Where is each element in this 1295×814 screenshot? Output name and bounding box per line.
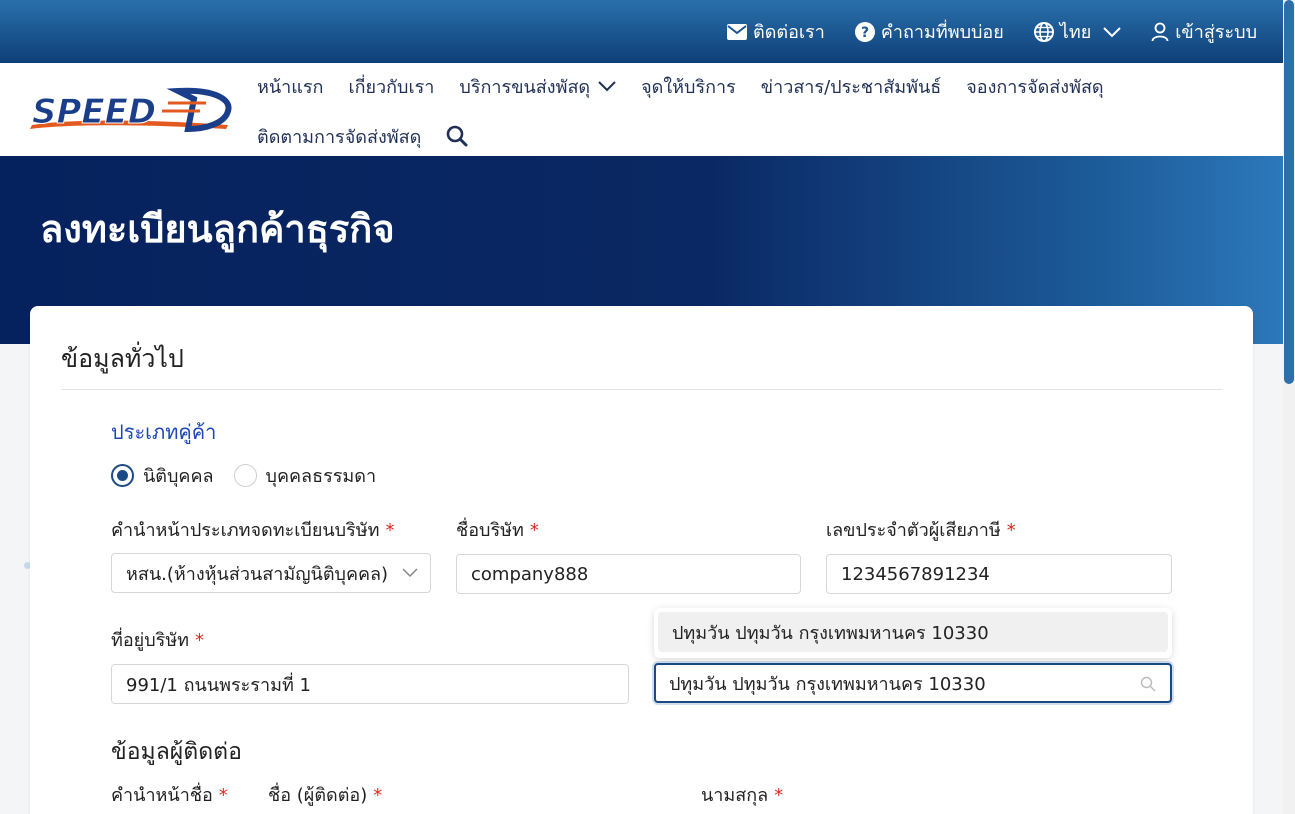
company-prefix-value: หสน.(ห้างหุ้นส่วนสามัญนิติบุคคล) <box>126 563 389 585</box>
required-mark: * <box>774 785 784 806</box>
tax-id-input[interactable]: 1234567891234 <box>826 554 1172 594</box>
nav-row-primary: หน้าแรก เกี่ยวกับเรา บริการขนส่งพัสดุ จุ… <box>257 68 1104 104</box>
nav-service-points-label: จุดให้บริการ <box>641 76 736 98</box>
autocomplete-dropdown: ปทุมวัน ปทุมวัน กรุงเทพมหานคร 10330 <box>654 608 1172 658</box>
company-address-value: 991/1 ถนนพระรามที่ 1 <box>126 674 311 696</box>
required-mark: * <box>529 520 539 541</box>
radio-unchecked-icon <box>233 464 257 487</box>
contact-name-label-text: ชื่อ (ผู้ติดต่อ) <box>268 785 368 806</box>
registration-form-card: ข้อมูลทั่วไป ประเภทคู่ค้า นิติบุคคล บุคค… <box>30 306 1253 814</box>
chevron-down-icon <box>1103 26 1121 37</box>
nav-services[interactable]: บริการขนส่งพัสดุ <box>459 72 616 101</box>
required-mark: * <box>1006 520 1016 541</box>
required-mark: * <box>195 630 205 651</box>
faq-link[interactable]: ? คำถามที่พบบ่อย <box>854 17 1004 46</box>
company-name-input[interactable]: company888 <box>456 554 801 594</box>
radio-individual[interactable]: บุคคลธรรมดา <box>233 461 377 490</box>
contact-link[interactable]: ติดต่อเรา <box>727 17 825 46</box>
autocomplete-option[interactable]: ปทุมวัน ปทุมวัน กรุงเทพมหานคร 10330 <box>658 612 1168 652</box>
radio-juristic-label: นิติบุคคล <box>143 466 214 487</box>
tax-id-label: เลขประจำตัวผู้เสียภาษี * <box>826 515 1016 544</box>
svg-text:SPEED: SPEED <box>32 92 156 132</box>
contact-name-label: ชื่อ (ผู้ติดต่อ) * <box>268 780 382 809</box>
page-title: ลงทะเบียนลูกค้าธุรกิจ <box>40 207 395 251</box>
nav-row-secondary: ติดตามการจัดส่งพัสดุ <box>257 119 468 153</box>
required-mark: * <box>385 520 395 541</box>
tax-id-label-text: เลขประจำตัวผู้เสียภาษี <box>826 520 1001 541</box>
speed-d-logo[interactable]: SPEED <box>28 85 234 137</box>
partner-type-radio-group: นิติบุคคล บุคคลธรรมดา <box>111 461 376 490</box>
chevron-down-icon <box>402 568 418 578</box>
svg-text:?: ? <box>861 25 869 41</box>
language-selector[interactable]: ไทย <box>1033 17 1121 46</box>
contact-prefix-label: คำนำหน้าชื่อ * <box>111 780 228 809</box>
nav-booking-label: จองการจัดส่งพัสดุ <box>966 76 1104 98</box>
company-name-label: ชื่อบริษัท * <box>456 515 539 544</box>
required-mark: * <box>373 785 383 806</box>
tax-id-value: 1234567891234 <box>841 563 990 585</box>
nav-about-label: เกี่ยวกับเรา <box>348 76 435 98</box>
user-icon <box>1151 22 1169 41</box>
nav-service-points[interactable]: จุดให้บริการ <box>641 72 736 101</box>
autocomplete-option-label: ปทุมวัน ปทุมวัน กรุงเทพมหานคร 10330 <box>672 622 989 644</box>
globe-icon <box>1033 21 1054 42</box>
contact-link-label: ติดต่อเรา <box>753 22 825 43</box>
nav-about[interactable]: เกี่ยวกับเรา <box>348 72 434 101</box>
chevron-down-icon <box>598 81 616 92</box>
company-name-value: company888 <box>471 563 589 585</box>
login-link[interactable]: เข้าสู่ระบบ <box>1151 17 1257 46</box>
nav-home-label: หน้าแรก <box>257 76 324 98</box>
contact-section-title: ข้อมูลผู้ติดต่อ <box>111 739 242 765</box>
radio-juristic[interactable]: นิติบุคคล <box>111 461 214 490</box>
nav-booking[interactable]: จองการจัดส่งพัสดุ <box>966 72 1103 101</box>
contact-surname-label-text: นามสกุล <box>701 785 769 806</box>
radio-individual-label: บุคคลธรรมดา <box>265 466 377 487</box>
company-prefix-select[interactable]: หสน.(ห้างหุ้นส่วนสามัญนิติบุคคล) <box>111 553 431 593</box>
nav-news[interactable]: ข่าวสาร/ประชาสัมพันธ์ <box>761 72 941 101</box>
nav-news-label: ข่าวสาร/ประชาสัมพันธ์ <box>760 76 942 98</box>
nav-home[interactable]: หน้าแรก <box>257 72 323 101</box>
prefix-label-text: คำนำหน้าประเภทจดทะเบียนบริษัท <box>111 520 380 541</box>
top-utility-bar: ติดต่อเรา ? คำถามที่พบบ่อย ไทย เข้าสู่ระ… <box>0 0 1283 63</box>
prefix-label: คำนำหน้าประเภทจดทะเบียนบริษัท * <box>111 515 395 544</box>
search-icon <box>1140 676 1156 692</box>
divider <box>61 389 1222 390</box>
search-icon <box>446 125 468 147</box>
card-title: ข้อมูลทั่วไป <box>61 344 184 373</box>
main-navbar: SPEED หน้าแรก เกี่ยวกับเรา บริการขนส่งพั… <box>0 63 1283 156</box>
language-label: ไทย <box>1059 22 1092 43</box>
company-address-label: ที่อยู่บริษัท * <box>111 625 204 654</box>
scrollbar-thumb[interactable] <box>1284 0 1294 384</box>
contact-surname-label: นามสกุล * <box>701 780 783 809</box>
mail-icon <box>727 23 747 40</box>
subdistrict-search-input[interactable]: ปทุมวัน ปทุมวัน กรุงเทพมหานคร 10330 <box>654 663 1172 703</box>
nav-search-button[interactable] <box>446 125 468 147</box>
company-address-label-text: ที่อยู่บริษัท <box>111 630 190 651</box>
required-mark: * <box>218 785 228 806</box>
question-circle-icon: ? <box>854 21 875 42</box>
partner-type-label: ประเภทคู่ค้า <box>111 420 217 444</box>
faq-link-label: คำถามที่พบบ่อย <box>880 22 1004 43</box>
page-scrollbar[interactable] <box>1283 0 1295 814</box>
nav-tracking[interactable]: ติดตามการจัดส่งพัสดุ <box>257 122 421 151</box>
subdistrict-search-value: ปทุมวัน ปทุมวัน กรุงเทพมหานคร 10330 <box>669 673 986 695</box>
radio-checked-icon <box>111 464 134 487</box>
company-address-input[interactable]: 991/1 ถนนพระรามที่ 1 <box>111 664 629 704</box>
nav-tracking-label: ติดตามการจัดส่งพัสดุ <box>257 126 422 148</box>
nav-services-label: บริการขนส่งพัสดุ <box>459 76 591 98</box>
contact-prefix-label-text: คำนำหน้าชื่อ <box>111 785 213 806</box>
login-link-label: เข้าสู่ระบบ <box>1175 22 1257 43</box>
company-name-label-text: ชื่อบริษัท <box>456 520 524 541</box>
